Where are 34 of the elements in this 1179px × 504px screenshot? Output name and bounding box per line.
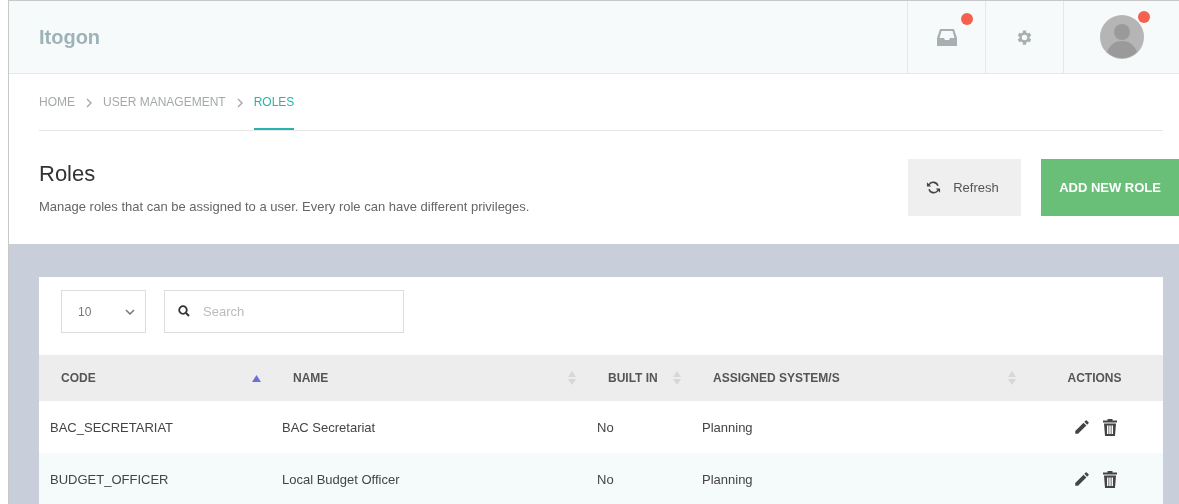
breadcrumb-link[interactable]: HOME: [39, 76, 75, 130]
column-header[interactable]: BUILT IN: [586, 355, 691, 401]
column-header[interactable]: CODE: [39, 355, 271, 401]
table-cell: Planning: [702, 471, 753, 487]
column-header[interactable]: NAME: [271, 355, 586, 401]
avatar[interactable]: [1099, 15, 1144, 59]
refresh-button[interactable]: Refresh: [908, 159, 1022, 216]
breadcrumb-link[interactable]: USER MANAGEMENT: [103, 76, 226, 130]
chevron-right-icon: [235, 98, 244, 108]
edit-icon[interactable]: [1072, 470, 1091, 488]
table-cell: No: [597, 471, 614, 487]
breadcrumb-link[interactable]: ROLES: [253, 76, 295, 130]
settings-icon[interactable]: [1015, 27, 1034, 47]
table-cell: Planning: [702, 419, 753, 435]
table-cell: BAC Secretariat: [282, 419, 376, 435]
table-cell: No: [597, 419, 614, 435]
page-description: Manage roles that can be assigned to a user. Every role can have different privileges.: [39, 199, 531, 214]
table-cell: Local Budget Officer: [282, 471, 400, 487]
table-cell: BUDGET_OFFICER: [50, 471, 169, 487]
page-size-select[interactable]: 10: [61, 290, 146, 333]
page-title: Roles: [39, 161, 97, 187]
delete-icon[interactable]: [1102, 470, 1117, 488]
edit-icon[interactable]: [1072, 418, 1091, 436]
column-header: ACTIONS: [1026, 355, 1163, 401]
chevron-right-icon: [85, 98, 93, 108]
search-field[interactable]: Search: [164, 290, 404, 333]
inbox-icon[interactable]: [936, 28, 957, 46]
sort-ascending-icon[interactable]: [252, 374, 261, 382]
chevron-down-icon: [125, 308, 135, 315]
refresh-icon: [926, 180, 942, 195]
column-header[interactable]: ASSIGNED SYSTEM/S: [691, 355, 1026, 401]
search-icon: [178, 305, 190, 317]
table-cell: BAC_SECRETARIAT: [50, 419, 174, 435]
delete-icon[interactable]: [1102, 418, 1117, 436]
